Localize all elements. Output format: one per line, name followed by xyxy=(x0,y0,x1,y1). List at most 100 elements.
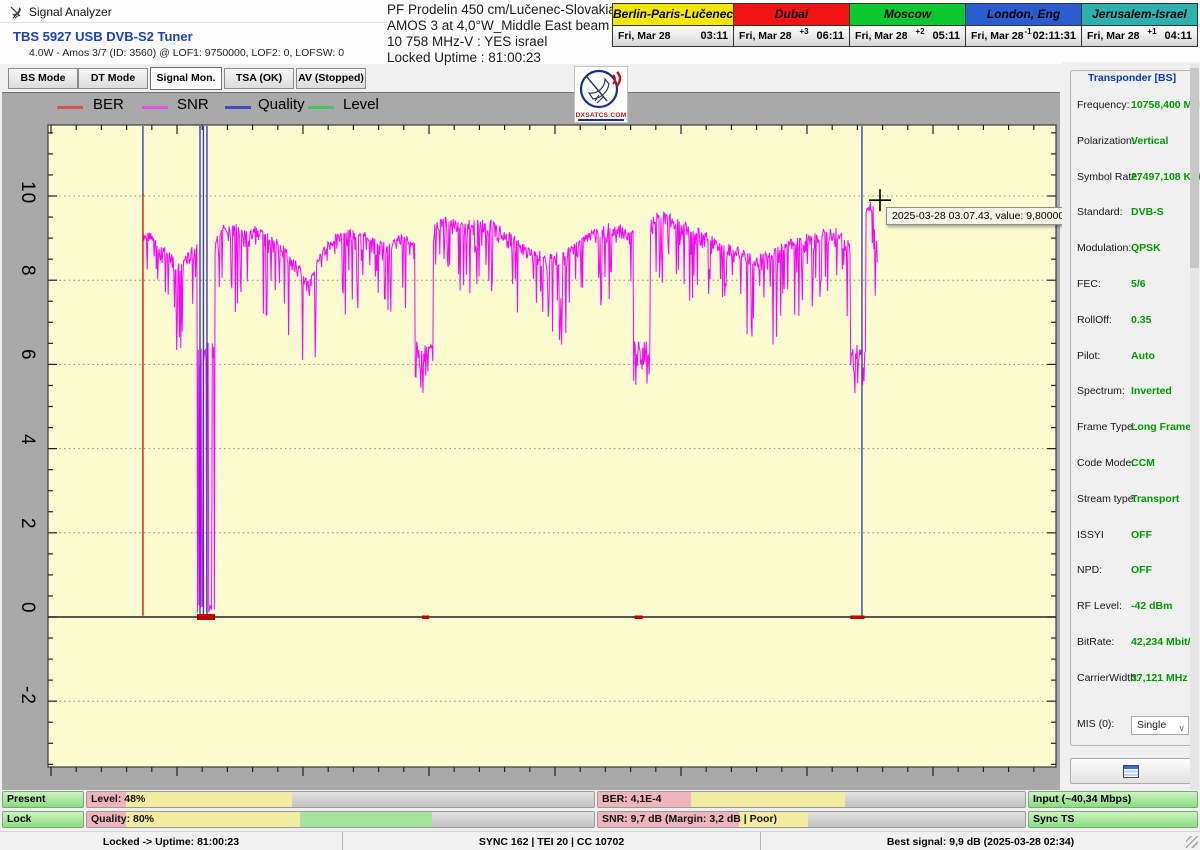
transponder-row-value-rf-level: -42 dBm xyxy=(1131,600,1172,612)
ber-zero-mark xyxy=(635,616,643,620)
meter-segment-green xyxy=(300,812,432,827)
y-axis-label-0: 0 xyxy=(16,602,38,614)
dxsatcs-logo: DXSATCS.COM xyxy=(574,66,628,123)
tab-dt-mode[interactable]: DT Mode xyxy=(78,68,148,89)
transponder-row-value-polarization: Vertical xyxy=(1131,135,1168,147)
info-line: AMOS 3 at 4,0°W_Middle East beam xyxy=(387,18,616,34)
y-axis-label-10: 10 xyxy=(16,181,38,204)
transponder-row-label-frame-type: Frame Type: xyxy=(1077,421,1136,433)
clock-time-row: Fri, Mar 28 03:11 xyxy=(613,26,733,47)
clock-city: London, Eng xyxy=(966,4,1081,26)
clock-jerusalem-israel: Jerusalem-IsraelFri, Mar 28+104:11 xyxy=(1082,4,1197,46)
clock-time-row: Fri, Mar 28-102:11:31 xyxy=(966,26,1081,47)
transponder-panel: Transponder [BS] Frequency:10758,400 MHz… xyxy=(1062,62,1200,850)
transponder-groupbox: Transponder [BS] Frequency:10758,400 MHz… xyxy=(1070,70,1192,746)
transponder-row-value-frame-type: Long Frame xyxy=(1131,421,1191,433)
clock-date: Fri, Mar 28 xyxy=(1087,30,1140,42)
ber-meter: BER: 4,1E-4 xyxy=(597,791,1026,808)
transponder-row-label-spectrum: Spectrum: xyxy=(1077,385,1125,397)
legend-dash-snr xyxy=(142,106,168,109)
clock-date: Fri, Mar 28 xyxy=(739,30,792,42)
signal-monitor-chart: BERSNRQualityLevel 1086420-2 2025-03-28 … xyxy=(2,92,1060,790)
clock-city: Moscow xyxy=(850,4,965,26)
clock-time: 06:11 xyxy=(817,30,845,42)
tab-signal-mon[interactable]: Signal Mon. xyxy=(150,67,222,90)
tab-bs-mode[interactable]: BS Mode xyxy=(8,68,78,89)
transponder-row-value-carrierwidth: 37,121 MHz xyxy=(1131,672,1188,684)
meter-label: SNR: 9,7 dB (Margin: 3,2 dB | Poor) xyxy=(602,812,777,827)
transponder-row-label-stream-type: Stream type: xyxy=(1077,493,1137,505)
clock-city: Berlin-Paris-Lučenec xyxy=(613,4,733,26)
transponder-row-label-npd: NPD: xyxy=(1077,564,1102,576)
transponder-row-label-frequency: Frequency: xyxy=(1077,99,1130,111)
level-meter: Level: 48% xyxy=(86,791,595,808)
tuner-detail: 4.0W - Amos 3/7 (ID: 3560) @ LOF1: 97500… xyxy=(29,47,344,59)
meter-label: BER: 4,1E-4 xyxy=(602,792,662,807)
clock-time-row: Fri, Mar 28+306:11 xyxy=(734,26,849,47)
statusbar-uptime: Locked -> Uptime: 81:00:23 xyxy=(0,832,343,850)
mis-select[interactable]: Single∨ xyxy=(1131,716,1189,735)
transponder-row-label-polarization: Polarization: xyxy=(1077,135,1135,147)
transponder-row-value-standard: DVB-S xyxy=(1131,206,1164,218)
y-axis-label-4: 4 xyxy=(16,434,38,446)
titlebar-separator xyxy=(0,22,386,23)
clock-utc-offset: +3 xyxy=(792,27,817,36)
tab-tsa-ok[interactable]: TSA (OK) xyxy=(224,68,294,89)
legend-dash-quality xyxy=(225,106,251,109)
satellite-dish-icon xyxy=(9,4,24,19)
panel-scrollbar-thumb[interactable] xyxy=(1190,68,1199,268)
clock-date: Fri, Mar 28 xyxy=(618,30,671,42)
sync-ts-indicator: Sync TS xyxy=(1028,811,1198,828)
info-line: Locked Uptime : 81:00:23 xyxy=(387,50,616,66)
clock-city: Dubai xyxy=(734,4,849,26)
legend-label-ber: BER xyxy=(93,96,124,113)
transponder-row-label-pilot: Pilot: xyxy=(1077,350,1100,362)
transponder-row-value-code-mode: CCM xyxy=(1131,457,1155,469)
transponder-row-label-modulation: Modulation: xyxy=(1077,242,1131,254)
legend-label-quality: Quality xyxy=(258,96,305,113)
ber-zero-mark xyxy=(850,616,864,620)
lock-indicator: Lock xyxy=(2,811,84,828)
transponder-row-label-fec: FEC: xyxy=(1077,278,1101,290)
legend-label-snr: SNR xyxy=(177,96,209,113)
transponder-row-label-rolloff: RollOff: xyxy=(1077,314,1112,326)
y-axis-label-6: 6 xyxy=(16,349,38,361)
statusbar-sync-counters: SYNC 162 | TEI 20 | CC 10702 xyxy=(343,832,761,850)
legend-dash-ber xyxy=(57,106,83,109)
ber-zero-mark xyxy=(197,614,215,620)
clock-time: 04:11 xyxy=(1164,30,1192,42)
clock-utc-offset: +1 xyxy=(1140,27,1165,36)
panel-scrollbar[interactable] xyxy=(1190,64,1199,790)
transponder-row-value-stream-type: Transport xyxy=(1131,493,1179,505)
transponder-row-label-rf-level: RF Level: xyxy=(1077,600,1122,612)
clock-time-row: Fri, Mar 28+205:11 xyxy=(850,26,965,47)
snr-meter: SNR: 9,7 dB (Margin: 3,2 dB | Poor) xyxy=(597,811,1026,828)
tuner-name: TBS 5927 USB DVB-S2 Tuner xyxy=(13,29,193,44)
tab-av-stopped[interactable]: AV (Stopped) xyxy=(296,68,366,89)
chevron-down-icon: ∨ xyxy=(1178,720,1185,737)
transponder-row-value-pilot: Auto xyxy=(1131,350,1155,362)
clock-time: 05:11 xyxy=(932,30,960,42)
statusbar-best-signal: Best signal: 9,9 dB (2025-03-28 02:34) xyxy=(761,832,1200,850)
info-line: PF Prodelin 450 cm/Lučenec-Slovakia xyxy=(387,2,616,18)
meter-label: Level: 48% xyxy=(91,792,145,807)
transponder-row-value-rolloff: 0.35 xyxy=(1131,314,1151,326)
clock-time: 02:11:31 xyxy=(1033,30,1076,42)
clock-date: Fri, Mar 28 xyxy=(855,30,908,42)
legend-dash-level xyxy=(308,106,334,109)
clock-time-row: Fri, Mar 28+104:11 xyxy=(1082,26,1197,47)
meter-segment-yellow xyxy=(126,792,292,807)
transponder-row-label-code-mode: Code Mode: xyxy=(1077,457,1134,469)
resize-grip-icon[interactable] xyxy=(1186,836,1198,848)
clock-utc-offset: -1 xyxy=(1024,27,1033,36)
clock-utc-offset: +2 xyxy=(908,27,933,36)
header: Signal Analyzer TBS 5927 USB DVB-S2 Tune… xyxy=(0,0,1200,64)
clock-city: Jerusalem-Israel xyxy=(1082,4,1197,26)
dxsatcs-logo-underline xyxy=(578,119,624,121)
quality-meter: Quality: 80% xyxy=(86,811,595,828)
clock-date: Fri, Mar 28 xyxy=(971,30,1024,42)
clock-time: 03:11 xyxy=(701,30,729,42)
panel-action-button[interactable] xyxy=(1070,758,1192,784)
transponder-row-value-npd: OFF xyxy=(1131,564,1152,576)
clock-london-eng: London, EngFri, Mar 28-102:11:31 xyxy=(966,4,1082,46)
